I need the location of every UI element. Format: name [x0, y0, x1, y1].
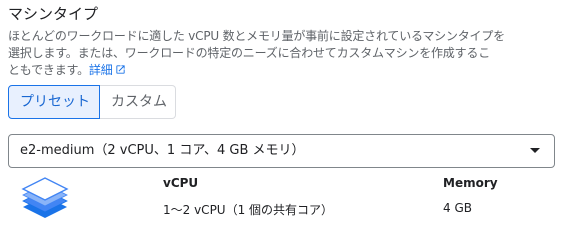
- machine-type-mode-toggle: プリセット カスタム: [8, 85, 176, 119]
- custom-tab-button[interactable]: カスタム: [100, 85, 176, 119]
- description-line-1: ほとんどのワークロードに適した vCPU 数とメモリ量が事前に設定されているマシ…: [8, 29, 505, 43]
- memory-value: 4 GB: [443, 201, 472, 215]
- stacked-layers-icon: [21, 174, 69, 236]
- preset-tab-button[interactable]: プリセット: [8, 85, 100, 119]
- section-description: ほとんどのワークロードに適した vCPU 数とメモリ量が事前に設定されているマシ…: [8, 28, 560, 80]
- description-line-3-text: ともできます。: [8, 63, 89, 77]
- vcpu-header: vCPU: [163, 176, 199, 190]
- open-in-new-icon: [115, 63, 126, 80]
- arrow-drop-down-icon: [530, 148, 540, 153]
- vcpu-value: 1～2 vCPU（1 個の共有コア）: [163, 203, 334, 217]
- memory-header: Memory: [443, 176, 498, 190]
- description-line-3: ともできます。詳細: [8, 62, 560, 80]
- learn-more-label: 詳細: [88, 63, 113, 77]
- description-line-2: 選択します。または、ワークロードの特定のニーズに合わせてカスタムマシンを作成する…: [8, 46, 491, 60]
- machine-type-select[interactable]: e2-medium（2 vCPU、1 コア、4 GB メモリ）: [8, 134, 555, 168]
- section-title: マシンタイプ: [8, 5, 99, 23]
- machine-type-select-value: e2-medium（2 vCPU、1 コア、4 GB メモリ）: [20, 143, 305, 158]
- learn-more-link[interactable]: 詳細: [89, 63, 126, 77]
